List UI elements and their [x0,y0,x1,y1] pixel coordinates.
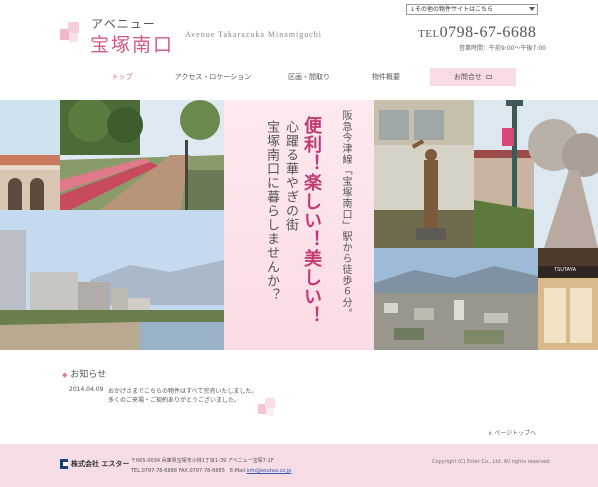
photo-cherry-street [474,100,598,248]
company-name: 株式会社 エスター [71,460,130,468]
hero-tagline-sub1: 心躍る華やぎの街 [283,120,298,232]
logo-mark-icon[interactable] [60,22,84,46]
other-sites-select-value: ↓その他の物件サイトはこちら [410,6,494,13]
chevron-down-icon [529,7,535,11]
nav-item-overview[interactable]: 物件概要 [358,68,414,86]
news-heading-label: お知らせ [70,370,107,380]
company-address: 〒665-0034 兵庫県宝塚市小林1丁目1-39 アベニュー宝塚7-1F [131,458,274,464]
news-heading: ◆ お知らせ [62,367,106,380]
hero-tagline-access: 阪急今津線「宝塚南口」駅から徒歩６分。 [340,110,351,319]
tagline-deco-icon [258,398,280,420]
nav-item-top[interactable]: トップ [102,68,142,86]
phone-digits: 0798-67-6688 [439,24,537,41]
phone-prefix: TEL [418,28,440,40]
shop-sign: TSUTAYA [554,267,576,273]
nav-item-access[interactable]: アクセス・ロケーション [168,68,258,86]
logo-name[interactable]: 宝塚南口 [90,30,174,57]
business-hours: 営業時間：午前9:00〜午後7:00 [459,45,546,52]
page-top-link[interactable]: ∧ ページトップへ [488,428,536,437]
copyright-notice: Copyright (C) Ester Co., Ltd. All rights… [432,459,552,465]
photo-riverside-apartments [0,210,224,350]
site-header: アベニュー 宝塚南口 Avenue Takarazuka Minamiguchi… [0,0,598,66]
nav-contact-label: お問合せ [453,73,482,81]
company-email-link[interactable]: info@esutaa.co.jp [247,468,292,474]
mail-icon [486,75,493,79]
photo-flower-street [60,100,224,210]
other-sites-select[interactable]: ↓その他の物件サイトはこちら [406,4,538,15]
phone-number: TEL0798-67-6688 [418,24,536,42]
photo-shop-front: TSUTAYA [538,248,598,350]
company-contact: TEL.0797-78-6688 FAX.0797-78-6665 E-Mail… [131,467,291,474]
diamond-bullet-icon: ◆ [62,371,68,379]
hero-tagline-sub2: 宝塚南口に暮らしませんか？ [264,120,279,302]
news-item-text-line1: おかげさまでこちらの物件はすべて完売いたしました。 [108,388,258,395]
news-item-date: 2014.04.09 [69,386,104,393]
nav-item-floorplan[interactable]: 区画・間取り [280,68,338,86]
company-tel-fax: TEL.0797-78-6688 FAX.0797-78-6665 E-Mail… [131,468,247,474]
photo-city-aerial [374,248,538,350]
hero-banner: 阪急今津線「宝塚南口」駅から徒歩６分。 便利！楽しい！美しい！ 心躍る華やぎの街… [0,100,598,416]
photo-arched-building [0,100,60,210]
main-nav: トップ アクセス・ロケーション 区画・間取り 物件概要 お問合せ [90,68,520,88]
news-item-text-line2: 多くのご来場・ご契約ありがとうございました。 [108,397,241,404]
logo-english: Avenue Takarazuka Minamiguchi [185,30,322,39]
company-logo-icon [60,459,68,469]
hero-tagline-main: 便利！楽しい！美しい！ [301,116,322,325]
nav-item-contact[interactable]: お問合せ [430,68,516,86]
photo-statue [374,100,474,248]
